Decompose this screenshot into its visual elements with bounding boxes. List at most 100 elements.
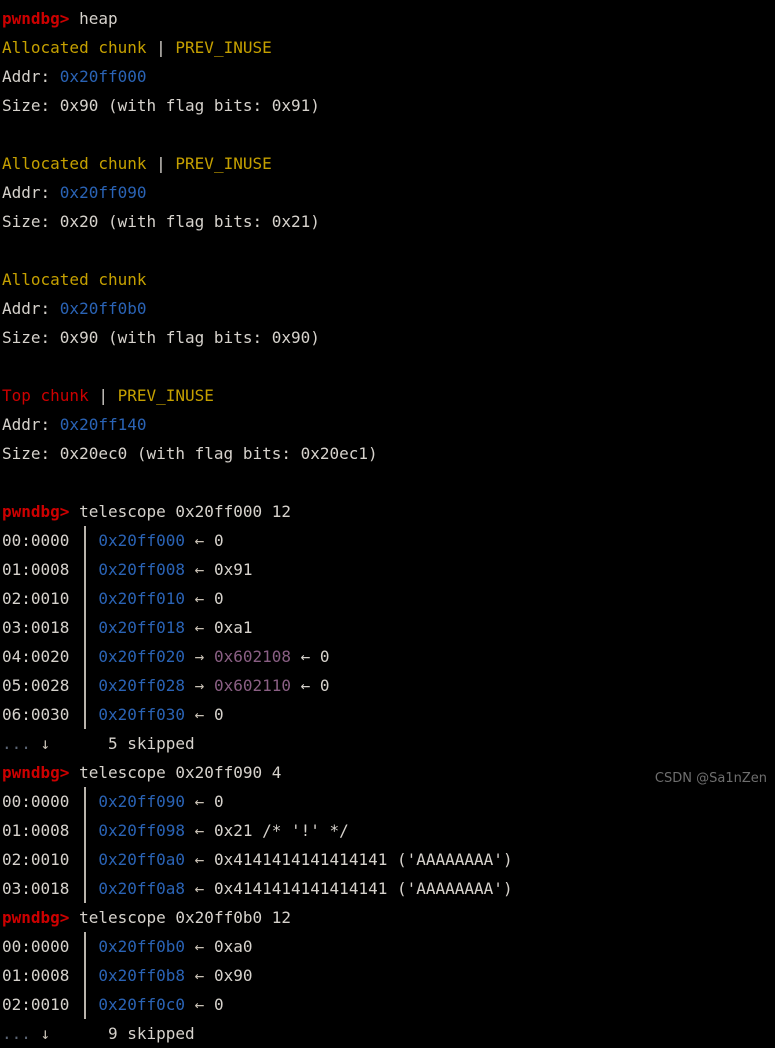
command-line-telescope-3: pwndbg> telescope 0x20ff0b0 12 bbox=[2, 903, 775, 932]
row-address: 0x20ff0a0 bbox=[98, 850, 186, 869]
telescope-row: 00:0000 0x20ff090 ← 0 bbox=[2, 787, 775, 816]
telescope-skipped-row: ... ↓ 5 skipped bbox=[2, 729, 775, 758]
row-arrow: ← bbox=[185, 966, 214, 985]
chunk-size-row: Size: 0x20 (with flag bits: 0x21) bbox=[2, 207, 775, 236]
row-value: 0 bbox=[213, 995, 224, 1014]
telescope-row: 03:0018 0x20ff0a8 ← 0x4141414141414141 (… bbox=[2, 874, 775, 903]
chunk-separator: | bbox=[146, 38, 176, 57]
row-arrow: ← bbox=[185, 792, 214, 811]
row-address: 0x20ff098 bbox=[98, 821, 186, 840]
row-value: 0x21 /* '!' */ bbox=[213, 821, 349, 840]
chunk-title: Allocated chunk bbox=[2, 38, 147, 57]
telescope-row: 05:0028 0x20ff028 → 0x602110 ← 0 bbox=[2, 671, 775, 700]
command-line-heap: pwndbg> heap bbox=[2, 4, 775, 33]
row-value: 0x602110 bbox=[213, 676, 292, 695]
watermark: CSDN @Sa1nZen bbox=[654, 771, 767, 786]
chunk-title-row: Top chunk | PREV_INUSE bbox=[2, 381, 775, 410]
telescope-row: 04:0020 0x20ff020 → 0x602108 ← 0 bbox=[2, 642, 775, 671]
row-address: 0x20ff010 bbox=[98, 589, 186, 608]
row-offset: 01:0008 bbox=[2, 966, 70, 985]
skipped-count: 5 skipped bbox=[107, 734, 195, 753]
telescope-row: 02:0010 0x20ff0a0 ← 0x4141414141414141 (… bbox=[2, 845, 775, 874]
row-arrow: → bbox=[185, 676, 214, 695]
row-address: 0x20ff028 bbox=[98, 676, 186, 695]
chunk-address: 0x20ff090 bbox=[59, 183, 147, 202]
chunk-size: Size: 0x90 (with flag bits: 0x91) bbox=[2, 96, 320, 115]
row-address: 0x20ff0b0 bbox=[98, 937, 186, 956]
row-offset: 02:0010 bbox=[2, 995, 70, 1014]
command-text: telescope 0x20ff000 12 bbox=[79, 502, 291, 521]
chunk-address: 0x20ff000 bbox=[59, 67, 147, 86]
chunk-title: Allocated chunk bbox=[2, 154, 147, 173]
command-text: telescope 0x20ff0b0 12 bbox=[79, 908, 291, 927]
skipped-count: 9 skipped bbox=[107, 1024, 195, 1043]
row-address: 0x20ff0a8 bbox=[98, 879, 186, 898]
row-value: 0xa0 bbox=[213, 937, 253, 956]
row-value: 0 bbox=[213, 705, 224, 724]
command-line-telescope-1: pwndbg> telescope 0x20ff000 12 bbox=[2, 497, 775, 526]
shell-prompt: pwndbg> bbox=[2, 908, 70, 927]
chunk-size: Size: 0x20ec0 (with flag bits: 0x20ec1) bbox=[2, 444, 378, 463]
row-value: 0x91 bbox=[213, 560, 253, 579]
chunk-size-row: Size: 0x20ec0 (with flag bits: 0x20ec1) bbox=[2, 439, 775, 468]
row-offset: 04:0020 bbox=[2, 647, 70, 666]
row-offset: 00:0000 bbox=[2, 792, 70, 811]
row-arrow: ← bbox=[185, 821, 214, 840]
row-offset: 01:0008 bbox=[2, 821, 70, 840]
row-arrow: ← bbox=[185, 850, 214, 869]
chunk-title-row: Allocated chunk | PREV_INUSE bbox=[2, 33, 775, 62]
skipped-dots: ... bbox=[2, 734, 41, 753]
chunk-addr-row: Addr: 0x20ff0b0 bbox=[2, 294, 775, 323]
row-arrow: ← bbox=[185, 531, 214, 550]
command-text: telescope 0x20ff090 4 bbox=[79, 763, 282, 782]
chunk-separator: | bbox=[146, 154, 176, 173]
row-address: 0x20ff0b8 bbox=[98, 966, 186, 985]
row-offset: 01:0008 bbox=[2, 560, 70, 579]
addr-label: Addr: bbox=[2, 183, 60, 202]
row-address: 0x20ff090 bbox=[98, 792, 186, 811]
row-value: 0x90 bbox=[213, 966, 253, 985]
telescope-separator-bar bbox=[84, 526, 86, 729]
row-offset: 00:0000 bbox=[2, 531, 70, 550]
row-value: 0xa1 bbox=[213, 618, 253, 637]
row-address: 0x20ff000 bbox=[98, 531, 186, 550]
chunk-addr-row: Addr: 0x20ff090 bbox=[2, 178, 775, 207]
telescope-row: 02:0010 0x20ff010 ← 0 bbox=[2, 584, 775, 613]
skipped-dots: ... bbox=[2, 1024, 41, 1043]
addr-label: Addr: bbox=[2, 299, 60, 318]
row-value: 0x4141414141414141 ('AAAAAAAA') bbox=[213, 879, 513, 898]
telescope-row: 03:0018 0x20ff018 ← 0xa1 bbox=[2, 613, 775, 642]
row-arrow: ← bbox=[185, 560, 214, 579]
telescope-row: 00:0000 0x20ff000 ← 0 bbox=[2, 526, 775, 555]
telescope-row: 01:0008 0x20ff098 ← 0x21 /* '!' */ bbox=[2, 816, 775, 845]
chunk-addr-row: Addr: 0x20ff000 bbox=[2, 62, 775, 91]
chunk-title-row: Allocated chunk bbox=[2, 265, 775, 294]
telescope-block-1: 00:0000 0x20ff000 ← 0 01:0008 0x20ff008 … bbox=[2, 526, 775, 729]
chunk-separator: | bbox=[88, 386, 118, 405]
chunk-title-row: Allocated chunk | PREV_INUSE bbox=[2, 149, 775, 178]
row-value: 0 bbox=[213, 531, 224, 550]
shell-prompt: pwndbg> bbox=[2, 502, 70, 521]
addr-label: Addr: bbox=[2, 415, 60, 434]
terminal-window[interactable]: pwndbg> heap Allocated chunk | PREV_INUS… bbox=[0, 0, 775, 1043]
telescope-row: 02:0010 0x20ff0c0 ← 0 bbox=[2, 990, 775, 1019]
telescope-block-2: 00:0000 0x20ff090 ← 0 01:0008 0x20ff098 … bbox=[2, 787, 775, 903]
command-text: heap bbox=[79, 9, 118, 28]
row-tail: ← 0 bbox=[291, 647, 330, 666]
row-value: 0 bbox=[213, 792, 224, 811]
row-address: 0x20ff0c0 bbox=[98, 995, 186, 1014]
row-offset: 02:0010 bbox=[2, 850, 70, 869]
row-arrow: ← bbox=[185, 937, 214, 956]
row-offset: 02:0010 bbox=[2, 589, 70, 608]
chunk-title: Allocated chunk bbox=[2, 270, 147, 289]
skipped-pad bbox=[50, 1024, 108, 1043]
chunk-flags: PREV_INUSE bbox=[117, 386, 214, 405]
addr-label: Addr: bbox=[2, 67, 60, 86]
skipped-pad bbox=[50, 734, 108, 753]
row-tail: ← 0 bbox=[291, 676, 330, 695]
row-value: 0x4141414141414141 ('AAAAAAAA') bbox=[213, 850, 513, 869]
row-value: 0 bbox=[213, 589, 224, 608]
